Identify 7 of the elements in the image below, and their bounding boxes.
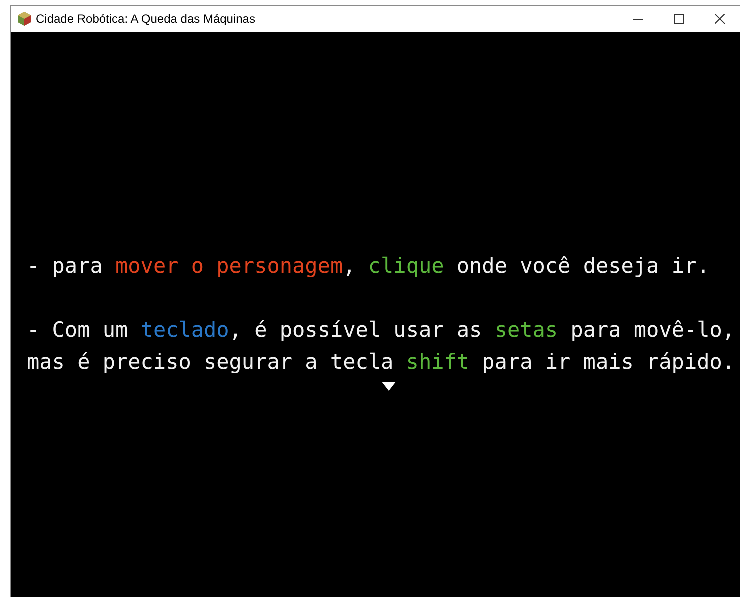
close-icon[interactable] — [714, 14, 724, 24]
dialog-text: - para mover o personagem, clique onde você deseja ir. — [27, 253, 710, 280]
window-title: Cidade Robótica: A Queda das Máquinas — [36, 12, 256, 26]
dialog-text: mas é preciso segurar a tecla shift para ir mais rápido. — [27, 349, 736, 376]
app-icon — [18, 12, 31, 26]
maximize-icon[interactable] — [674, 14, 684, 24]
dialog-text: - Com um teclado, é possível usar as setas para movê-lo, — [27, 317, 736, 344]
